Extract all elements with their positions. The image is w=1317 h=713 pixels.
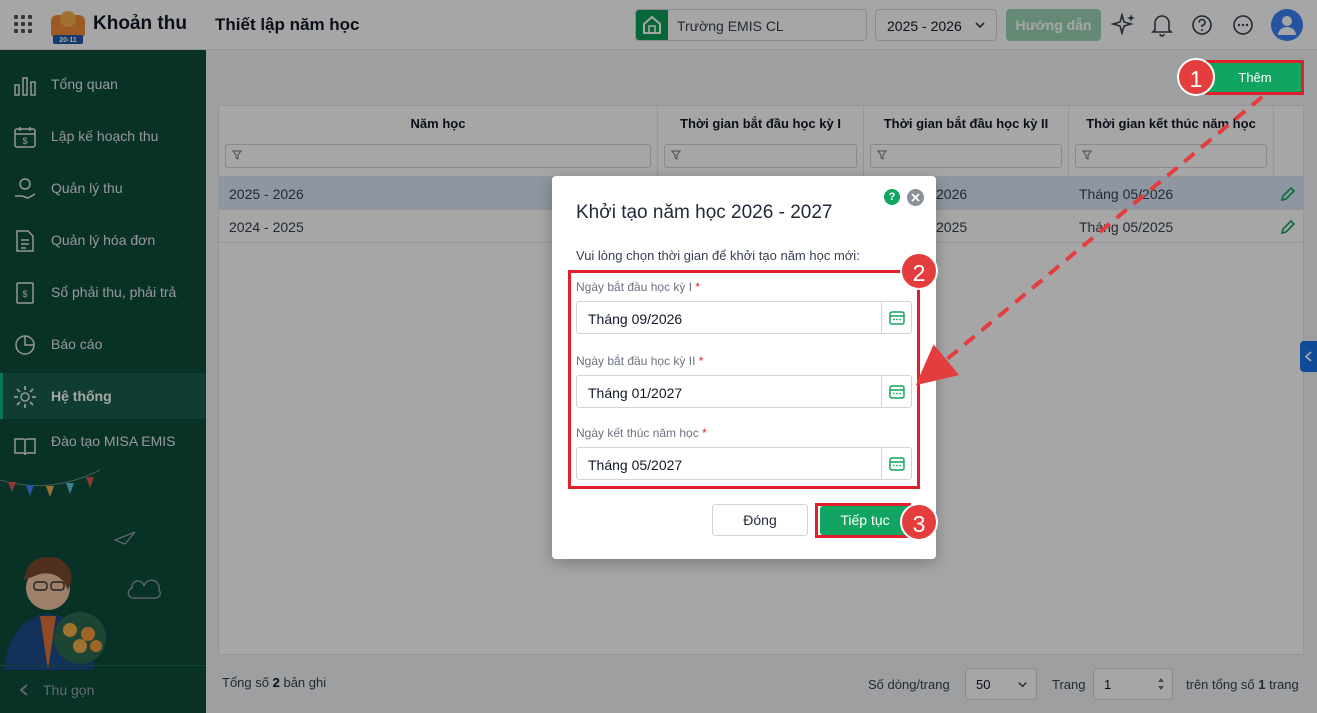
step-badge-1: 1: [1177, 58, 1215, 96]
highlight-date-fields: [568, 270, 920, 489]
highlight-add-button: [1205, 60, 1304, 95]
close-button[interactable]: Đóng: [712, 504, 808, 536]
close-icon[interactable]: [907, 189, 924, 206]
dialog-description: Vui lòng chọn thời gian để khởi tạo năm …: [576, 248, 860, 263]
highlight-continue-button: [815, 503, 911, 538]
dialog-title: Khởi tạo năm học 2026 - 2027: [576, 202, 833, 223]
help-icon[interactable]: ?: [884, 189, 900, 205]
step-badge-2: 2: [900, 252, 938, 290]
step-badge-3: 3: [900, 503, 938, 541]
